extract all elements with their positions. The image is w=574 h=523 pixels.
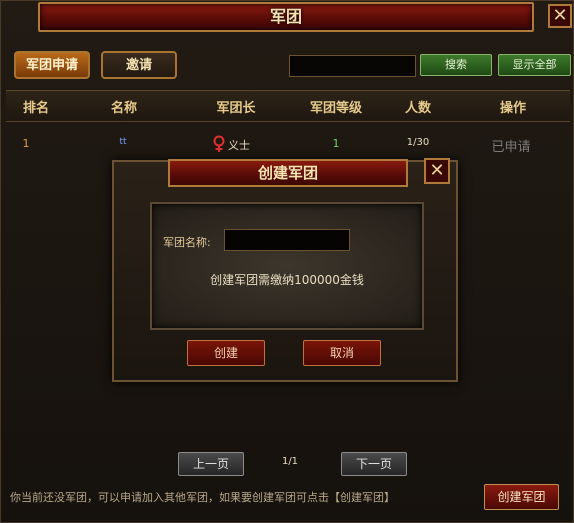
search-button[interactable]: 搜索 <box>420 54 492 76</box>
prev-page-button[interactable]: 上一页 <box>178 452 244 476</box>
dialog-close-icon[interactable]: ✕ <box>424 158 450 184</box>
cancel-button[interactable]: 取消 <box>303 340 381 366</box>
female-icon <box>211 135 227 153</box>
hint-text: 你当前还没军团，可以申请加入其他军团，如果要创建军团可点击【创建军团】 <box>10 491 395 504</box>
row-rank: 1 <box>22 137 30 150</box>
row-level: 1 <box>332 137 340 150</box>
page-indicator: 1/1 <box>281 456 299 467</box>
dialog-panel <box>150 202 424 330</box>
create-guild-button[interactable]: 创建军团 <box>484 484 559 510</box>
header-level: 军团等级 <box>309 101 362 116</box>
guild-name-label: 军团名称: <box>163 236 211 249</box>
close-icon[interactable]: ✕ <box>548 4 572 28</box>
header-rank: 排名 <box>22 101 49 116</box>
cost-text: 创建军团需缴纳100000金钱 <box>210 273 364 287</box>
confirm-create-button[interactable]: 创建 <box>187 340 265 366</box>
show-all-button[interactable]: 显示全部 <box>498 54 571 76</box>
next-page-button[interactable]: 下一页 <box>341 452 407 476</box>
search-input[interactable] <box>289 55 416 77</box>
table-header <box>6 90 570 122</box>
header-leader: 军团长 <box>216 101 256 116</box>
row-name: tt <box>119 137 127 147</box>
header-members: 人数 <box>404 101 431 116</box>
row-leader: 义士 <box>228 139 250 152</box>
guild-name-input[interactable] <box>224 229 350 251</box>
row-members: 1/30 <box>406 137 430 148</box>
applied-status: 已申请 <box>491 140 531 155</box>
header-action: 操作 <box>499 101 526 116</box>
dialog-title: 创建军团 <box>257 164 318 182</box>
tab-guild-apply[interactable]: 军团申请 <box>14 51 90 79</box>
tab-invite[interactable]: 邀请 <box>101 51 177 79</box>
header-name: 名称 <box>110 101 137 116</box>
window-title: 军团 <box>269 7 302 26</box>
